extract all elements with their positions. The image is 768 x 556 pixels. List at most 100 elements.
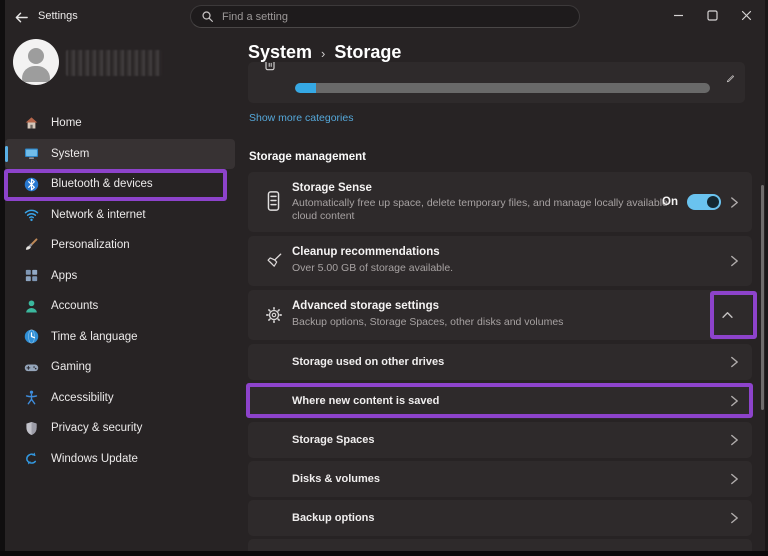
main-content: System › Storage Show more categories bbox=[240, 34, 768, 551]
sidebar-item-label: Gaming bbox=[51, 361, 91, 373]
show-more-categories-link[interactable]: Show more categories bbox=[249, 112, 353, 124]
sidebar-item-home[interactable]: Home bbox=[5, 108, 235, 139]
cleanup-title: Cleanup recommendations bbox=[292, 246, 440, 258]
advanced-storage-settings-row[interactable]: Advanced storage settings Backup options… bbox=[248, 290, 752, 340]
clock-globe-icon bbox=[22, 328, 40, 346]
section-title: Storage management bbox=[249, 151, 366, 163]
sidebar-item-gaming[interactable]: Gaming bbox=[5, 352, 235, 383]
storage-category-row-partial[interactable] bbox=[248, 62, 745, 103]
storage-usage-fill bbox=[295, 83, 316, 93]
sidebar-item-system[interactable]: System bbox=[5, 139, 235, 170]
chevron-right-icon bbox=[730, 356, 739, 369]
sidebar-item-personalization[interactable]: Personalization bbox=[5, 230, 235, 261]
settings-window: Settings bbox=[0, 0, 768, 556]
storage-sense-row[interactable]: Storage Sense Automatically free up spac… bbox=[248, 172, 752, 232]
wifi-icon bbox=[22, 206, 40, 224]
sidebar-item-time-language[interactable]: Time & language bbox=[5, 322, 235, 353]
accessibility-icon bbox=[22, 389, 40, 407]
sidebar-item-label: Bluetooth & devices bbox=[51, 178, 153, 190]
storage-category-icon bbox=[262, 62, 278, 78]
system-icon bbox=[22, 145, 40, 163]
storage-sense-toggle[interactable] bbox=[687, 194, 721, 210]
storage-usage-bar bbox=[295, 83, 710, 93]
shield-icon bbox=[22, 419, 40, 437]
toggle-state-label: On bbox=[662, 196, 678, 208]
sidebar-item-label: Network & internet bbox=[51, 209, 146, 221]
sidebar-item-windows-update[interactable]: Windows Update bbox=[5, 444, 235, 475]
collapse-expander-button[interactable] bbox=[715, 304, 739, 326]
cleanup-recommendations-row[interactable]: Cleanup recommendations Over 5.00 GB of … bbox=[248, 236, 752, 286]
storage-spaces-row[interactable]: Storage Spaces bbox=[248, 422, 752, 458]
storage-sense-icon bbox=[265, 190, 282, 212]
avatar bbox=[13, 39, 59, 85]
advanced-title: Advanced storage settings bbox=[292, 300, 439, 312]
sidebar-item-bluetooth-devices[interactable]: Bluetooth & devices bbox=[5, 169, 235, 200]
chevron-right-icon bbox=[730, 512, 739, 525]
sidebar-item-label: Time & language bbox=[51, 331, 138, 343]
backup-options-row[interactable]: Backup options bbox=[248, 500, 752, 536]
breadcrumb-separator: › bbox=[321, 44, 325, 61]
sidebar-item-label: Windows Update bbox=[51, 453, 138, 465]
bottom-border bbox=[0, 551, 768, 556]
chevron-right-icon bbox=[730, 434, 739, 447]
gamepad-icon bbox=[22, 358, 40, 376]
titlebar: Settings bbox=[0, 0, 768, 34]
sidebar: Home System bbox=[5, 34, 240, 551]
subrow-label: Storage used on other drives bbox=[292, 356, 444, 368]
page-title: Storage bbox=[334, 42, 401, 63]
sidebar-item-network-internet[interactable]: Network & internet bbox=[5, 200, 235, 231]
sidebar-item-accounts[interactable]: Accounts bbox=[5, 291, 235, 322]
window-controls bbox=[661, 0, 763, 30]
breadcrumb: System › Storage bbox=[248, 42, 401, 63]
back-arrow-icon bbox=[14, 10, 29, 25]
where-new-content-saved-row[interactable]: Where new content is saved bbox=[248, 383, 752, 419]
search-input[interactable] bbox=[222, 11, 569, 23]
search-box[interactable] bbox=[190, 5, 580, 28]
storage-other-drives-row[interactable]: Storage used on other drives bbox=[248, 344, 752, 380]
sidebar-nav: Home System bbox=[5, 108, 235, 474]
breadcrumb-parent[interactable]: System bbox=[248, 42, 312, 63]
search-icon bbox=[201, 10, 214, 23]
sidebar-item-label: Home bbox=[51, 117, 82, 129]
bluetooth-icon bbox=[22, 175, 40, 193]
close-button[interactable] bbox=[729, 0, 763, 30]
cleanup-description: Over 5.00 GB of storage available. bbox=[292, 262, 453, 275]
storage-sense-title: Storage Sense bbox=[292, 182, 372, 194]
sidebar-item-label: Accounts bbox=[51, 300, 98, 312]
chevron-up-icon bbox=[721, 311, 734, 319]
subrow-label: Disks & volumes bbox=[292, 473, 380, 485]
sidebar-item-label: Personalization bbox=[51, 239, 130, 251]
app-title: Settings bbox=[38, 10, 78, 22]
maximize-button[interactable] bbox=[695, 0, 729, 30]
back-button[interactable] bbox=[11, 8, 31, 26]
broom-icon bbox=[265, 251, 284, 270]
sidebar-item-label: System bbox=[51, 148, 89, 160]
advanced-description: Backup options, Storage Spaces, other di… bbox=[292, 316, 563, 329]
person-icon bbox=[22, 297, 40, 315]
toggle-knob bbox=[707, 196, 719, 208]
sidebar-item-apps[interactable]: Apps bbox=[5, 261, 235, 292]
scrollbar-thumb[interactable] bbox=[761, 185, 764, 410]
apps-grid-icon bbox=[22, 267, 40, 285]
pencil-icon bbox=[725, 72, 736, 83]
sidebar-item-privacy-security[interactable]: Privacy & security bbox=[5, 413, 235, 444]
paintbrush-icon bbox=[22, 236, 40, 254]
sidebar-item-accessibility[interactable]: Accessibility bbox=[5, 383, 235, 414]
edit-button[interactable] bbox=[719, 66, 741, 88]
sidebar-item-label: Apps bbox=[51, 270, 77, 282]
chevron-right-icon bbox=[730, 473, 739, 486]
user-name-redacted bbox=[66, 50, 162, 76]
chevron-right-icon bbox=[730, 255, 739, 268]
disks-volumes-row[interactable]: Disks & volumes bbox=[248, 461, 752, 497]
sidebar-item-label: Accessibility bbox=[51, 392, 114, 404]
subrow-label: Backup options bbox=[292, 512, 375, 524]
storage-sense-description: Automatically free up space, delete temp… bbox=[292, 197, 692, 223]
chevron-right-icon bbox=[730, 196, 739, 209]
chevron-right-icon bbox=[730, 395, 739, 408]
left-border bbox=[0, 0, 5, 556]
sidebar-item-label: Privacy & security bbox=[51, 422, 142, 434]
subrow-label: Where new content is saved bbox=[292, 395, 439, 407]
update-icon bbox=[22, 450, 40, 468]
minimize-button[interactable] bbox=[661, 0, 695, 30]
gear-icon bbox=[265, 306, 283, 324]
